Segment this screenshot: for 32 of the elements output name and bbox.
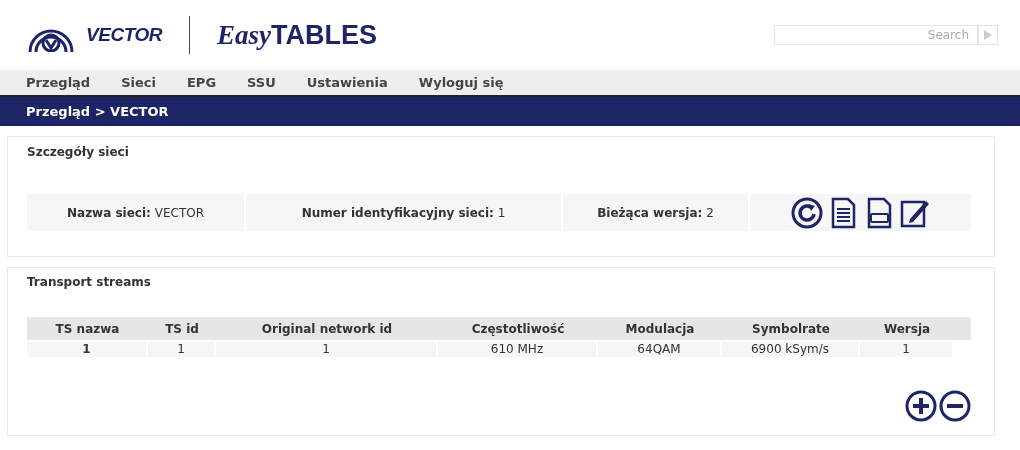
- column-header: Modulacja: [624, 320, 696, 338]
- column-header: Wersja: [882, 320, 932, 338]
- table-cell: 6900 kSym/s: [722, 342, 860, 357]
- menu-item[interactable]: Wyloguj się: [418, 72, 504, 93]
- table-cell: 64QAM: [598, 342, 722, 357]
- search-field[interactable]: Search: [774, 25, 978, 45]
- detail-text: Nazwa sieci: VECTOR: [67, 204, 204, 222]
- brand-name: VECTOR: [86, 22, 162, 47]
- detail-text: Numer identyfikacyjny sieci: 1: [301, 204, 506, 222]
- breadcrumb: Przegląd > VECTOR: [26, 102, 169, 121]
- detail-text: Bieżąca wersja: 2: [597, 204, 714, 222]
- table-cell: 1: [860, 342, 954, 357]
- remove-icon[interactable]: [939, 390, 971, 422]
- play-icon: [984, 30, 992, 40]
- column-header: TS nazwa: [54, 320, 121, 338]
- table-cell: 610 MHz: [438, 342, 598, 357]
- table-cell: 1: [148, 342, 216, 357]
- menu-item[interactable]: SSU: [247, 72, 276, 93]
- menu-item[interactable]: EPG: [187, 72, 217, 93]
- menu-item[interactable]: Ustawienia: [306, 72, 388, 93]
- add-icon[interactable]: [905, 390, 937, 422]
- column-header: TS id: [164, 320, 200, 338]
- menu-item[interactable]: Sieci: [121, 72, 156, 93]
- table-cell: 1: [216, 342, 438, 357]
- table-cell: 1: [27, 342, 148, 357]
- panel-title: Szczegóły sieci: [27, 144, 130, 161]
- panel-title: Transport streams: [27, 274, 152, 291]
- column-header: Original network id: [260, 320, 394, 338]
- column-header: Symbolrate: [751, 320, 831, 338]
- product-name: EasyTABLES: [217, 21, 377, 49]
- column-header: Częstotliwość: [470, 320, 566, 338]
- menu-item[interactable]: Przegląd: [26, 72, 91, 93]
